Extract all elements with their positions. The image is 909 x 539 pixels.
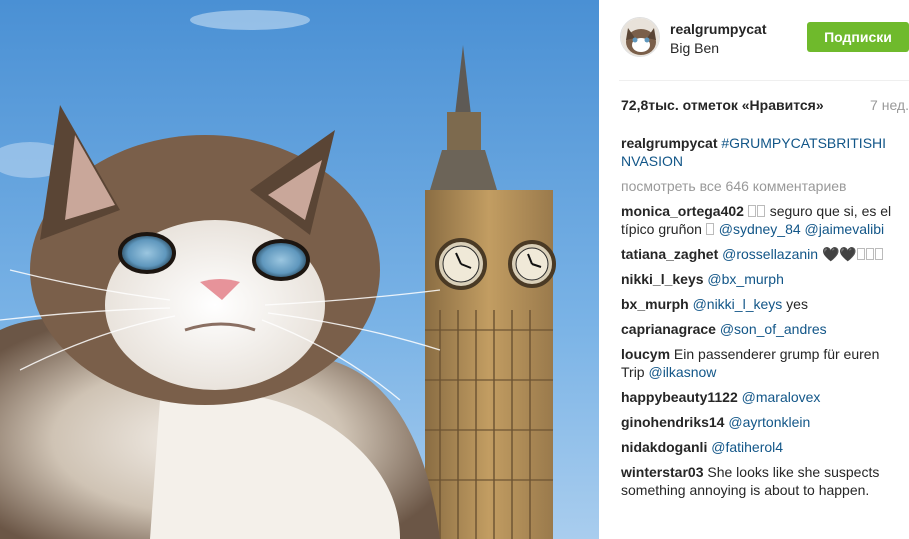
follow-button[interactable]: Подписки bbox=[807, 22, 909, 52]
owner-username-link[interactable]: realgrumpycat bbox=[670, 21, 766, 37]
owner-avatar[interactable] bbox=[620, 17, 660, 57]
comment-item: tatiana_zaghet @rossellazanin 🖤🖤 bbox=[621, 245, 893, 263]
comment-item: happybeauty1122 @maralovex bbox=[621, 388, 893, 406]
comment-username-link[interactable]: nikki_l_keys bbox=[621, 271, 704, 287]
unrendered-glyph-icon bbox=[747, 205, 756, 217]
comment-mention-link[interactable]: @ilkasnow bbox=[648, 364, 716, 380]
header-divider bbox=[619, 80, 909, 81]
post-meta: 72,8тыс. отметок «Нравится» 7 нед. bbox=[621, 97, 909, 115]
comment-item: nikki_l_keys @bx_murph bbox=[621, 270, 893, 288]
unrendered-glyph-icon bbox=[856, 248, 865, 260]
comments-list: realgrumpycat #GRUMPYCATSBRITISHINVASION… bbox=[621, 134, 893, 506]
caption-username-link[interactable]: realgrumpycat bbox=[621, 135, 717, 151]
post-photo[interactable] bbox=[0, 0, 599, 539]
comment-username-link[interactable]: nidakdoganli bbox=[621, 439, 707, 455]
comment-item: nidakdoganli @fatiherol4 bbox=[621, 438, 893, 456]
comment-item: caprianagrace @son_of_andres bbox=[621, 320, 893, 338]
comment-text: yes bbox=[786, 296, 808, 312]
unrendered-glyph-icon bbox=[865, 248, 874, 260]
comment-username-link[interactable]: tatiana_zaghet bbox=[621, 246, 718, 262]
comment-username-link[interactable]: caprianagrace bbox=[621, 321, 716, 337]
cat-avatar-icon bbox=[621, 18, 659, 56]
comment-username-link[interactable]: happybeauty1122 bbox=[621, 389, 738, 405]
comment-mention-link[interactable]: @maralovex bbox=[742, 389, 821, 405]
comment-username-link[interactable]: ginohendriks14 bbox=[621, 414, 724, 430]
comment-item: monica_ortega402 seguro que si, es el tí… bbox=[621, 202, 893, 238]
comment-mention-link[interactable]: @bx_murph bbox=[707, 271, 783, 287]
comment-username-link[interactable]: loucym bbox=[621, 346, 670, 362]
comment-mention-link[interactable]: @nikki_l_keys bbox=[693, 296, 783, 312]
post-details-panel: realgrumpycat Big Ben Подписки 72,8тыс. … bbox=[599, 0, 909, 539]
comment-item: winterstar03 She looks like she suspects… bbox=[621, 463, 893, 499]
comment-item: loucym Ein passenderer grump für euren T… bbox=[621, 345, 893, 381]
post-header: realgrumpycat Big Ben Подписки bbox=[599, 0, 909, 80]
post-time[interactable]: 7 нед. bbox=[870, 97, 909, 113]
likes-count[interactable]: 72,8тыс. отметок «Нравится» bbox=[621, 97, 824, 113]
view-all-comments-link[interactable]: посмотреть все 646 комментариев bbox=[621, 177, 893, 195]
unrendered-glyph-icon bbox=[874, 248, 883, 260]
comment-mention-link[interactable]: @ayrtonklein bbox=[728, 414, 810, 430]
comment-username-link[interactable]: bx_murph bbox=[621, 296, 689, 312]
comment-emoji-text: 🖤🖤 bbox=[821, 246, 857, 262]
caption: realgrumpycat #GRUMPYCATSBRITISHINVASION bbox=[621, 134, 893, 170]
comment-item: ginohendriks14 @ayrtonklein bbox=[621, 413, 893, 431]
unrendered-glyph-icon bbox=[705, 223, 714, 235]
comment-mention-link[interactable]: @sydney_84 @jaimevalibi bbox=[719, 221, 884, 237]
comment-mention-link[interactable]: @fatiherol4 bbox=[711, 439, 783, 455]
comment-mention-link[interactable]: @son_of_andres bbox=[720, 321, 827, 337]
comment-username-link[interactable]: monica_ortega402 bbox=[621, 203, 744, 219]
comment-mention-link[interactable]: @rossellazanin bbox=[722, 246, 818, 262]
location-link[interactable]: Big Ben bbox=[670, 40, 719, 56]
unrendered-glyph-icon bbox=[756, 205, 765, 217]
comment-item: bx_murph @nikki_l_keys yes bbox=[621, 295, 893, 313]
photo-grumpy-cat-big-ben bbox=[0, 0, 599, 539]
comment-username-link[interactable]: winterstar03 bbox=[621, 464, 703, 480]
